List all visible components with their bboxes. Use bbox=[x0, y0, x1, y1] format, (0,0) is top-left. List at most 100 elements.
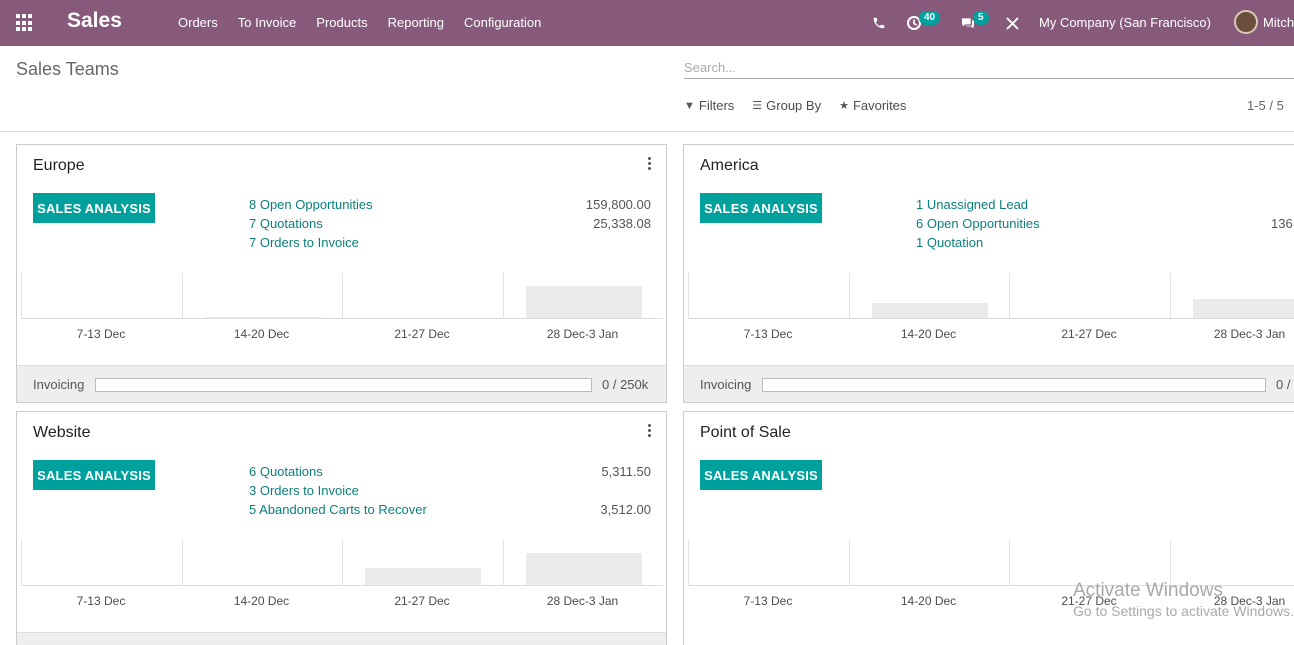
amount: 25,338.08 bbox=[593, 216, 651, 231]
messages-icon[interactable]: 5 bbox=[960, 0, 989, 46]
quotations-link[interactable]: 7 Quotations bbox=[249, 214, 323, 233]
list-item: 1 Quotation405 bbox=[916, 233, 1294, 252]
app-brand[interactable]: Sales bbox=[67, 9, 122, 33]
graph-column bbox=[1009, 540, 1169, 586]
graph-column bbox=[181, 540, 342, 586]
menu-orders[interactable]: Orders bbox=[168, 0, 228, 46]
card-title: Europe bbox=[33, 157, 85, 174]
team-card-point-of-sale[interactable]: Point of Sale SALES ANALYSIS 7-13 Dec 14-… bbox=[683, 411, 1294, 645]
company-switcher[interactable]: My Company (San Francisco) bbox=[1039, 0, 1211, 46]
list-item: 7 Orders to Invoice bbox=[249, 233, 651, 252]
unassigned-lead-link[interactable]: 1 Unassigned Lead bbox=[916, 195, 1028, 214]
graph-week-label: 14-20 Dec bbox=[900, 594, 957, 608]
list-item: 7 Quotations 25,338.08 bbox=[249, 214, 651, 233]
debug-tools-icon[interactable] bbox=[1005, 0, 1020, 46]
sales-graph[interactable] bbox=[21, 540, 663, 586]
graph-bar[interactable] bbox=[525, 286, 642, 319]
invoicing-value[interactable]: 0 / 250k bbox=[602, 377, 648, 392]
graph-week-label: 21-27 Dec bbox=[1061, 327, 1117, 341]
card-title: Point of Sale bbox=[700, 424, 791, 441]
graph-baseline bbox=[688, 318, 1294, 319]
filter-icon: ▼ bbox=[684, 99, 695, 112]
graph-bar[interactable] bbox=[1192, 299, 1294, 319]
graph-column bbox=[1169, 273, 1294, 319]
pager-value[interactable]: 1-5 / 5 bbox=[1247, 98, 1284, 113]
menu-configuration[interactable]: Configuration bbox=[454, 0, 551, 46]
graph-bar[interactable] bbox=[525, 553, 642, 586]
filters-button[interactable]: ▼ Filters bbox=[684, 98, 734, 113]
search-options: ▼ Filters ☰ Group By ★ Favorites bbox=[684, 98, 924, 113]
invoicing-value[interactable]: 0 / bbox=[1276, 377, 1290, 392]
card-options-icon[interactable] bbox=[643, 422, 655, 438]
sales-analysis-button[interactable]: SALES ANALYSIS bbox=[33, 460, 155, 490]
apps-menu-icon[interactable] bbox=[16, 14, 34, 32]
search-box bbox=[684, 56, 1294, 79]
orders-to-invoice-link[interactable]: 3 Orders to Invoice bbox=[249, 481, 359, 500]
search-input[interactable] bbox=[684, 56, 1294, 78]
invoicing-progress[interactable] bbox=[95, 378, 592, 392]
card-options-icon[interactable] bbox=[643, 155, 655, 171]
graph-week-label: 28 Dec-3 Jan bbox=[1213, 594, 1286, 608]
graph-bar[interactable] bbox=[365, 568, 481, 586]
user-name: Mitch bbox=[1263, 14, 1294, 30]
activity-clock-icon[interactable]: 40 bbox=[906, 0, 941, 46]
invoicing-progress[interactable] bbox=[762, 378, 1266, 392]
menu-reporting[interactable]: Reporting bbox=[378, 0, 454, 46]
list-item: 1 Unassigned Lead bbox=[916, 195, 1294, 214]
list-item: 6 Quotations 5,311.50 bbox=[249, 462, 651, 481]
list-item: 3 Orders to Invoice bbox=[249, 481, 651, 500]
graph-column bbox=[21, 540, 181, 586]
graph-week-label: 28 Dec-3 Jan bbox=[1213, 327, 1286, 341]
menu-products[interactable]: Products bbox=[306, 0, 377, 46]
graph-week-label: 14-20 Dec bbox=[900, 327, 957, 341]
graph-week-label: 7-13 Dec bbox=[76, 594, 126, 608]
card-links: 8 Open Opportunities 159,800.00 7 Quotati… bbox=[249, 195, 651, 252]
graph-column bbox=[342, 540, 502, 586]
invoicing-bar: Invoicing 0 / bbox=[684, 365, 1294, 402]
sales-analysis-button[interactable]: SALES ANALYSIS bbox=[700, 193, 822, 223]
sales-graph[interactable] bbox=[688, 273, 1294, 319]
open-opportunities-link[interactable]: 8 Open Opportunities bbox=[249, 195, 373, 214]
graph-column bbox=[688, 540, 848, 586]
sales-graph[interactable] bbox=[688, 540, 1294, 586]
graph-column bbox=[21, 273, 181, 319]
main-menu: Orders To Invoice Products Reporting Con… bbox=[168, 0, 551, 46]
open-opportunities-link[interactable]: 6 Open Opportunities bbox=[916, 214, 1040, 233]
graph-bar[interactable] bbox=[871, 303, 988, 319]
card-links: 6 Quotations 5,311.50 3 Orders to Invoice… bbox=[249, 462, 651, 519]
menu-to-invoice[interactable]: To Invoice bbox=[228, 0, 307, 46]
orders-to-invoice-link[interactable]: 7 Orders to Invoice bbox=[249, 233, 359, 252]
sales-analysis-button[interactable]: SALES ANALYSIS bbox=[700, 460, 822, 490]
graph-baseline bbox=[21, 585, 663, 586]
activity-count-badge: 40 bbox=[919, 11, 941, 25]
phone-icon[interactable] bbox=[872, 0, 886, 46]
graph-column bbox=[1169, 540, 1294, 586]
favorites-button[interactable]: ★ Favorites bbox=[839, 98, 906, 113]
graph-column bbox=[1009, 273, 1169, 319]
user-menu[interactable]: Mitch bbox=[1234, 10, 1294, 34]
invoicing-label: Invoicing bbox=[700, 377, 752, 392]
invoicing-label: Invoicing bbox=[33, 377, 85, 392]
group-by-button[interactable]: ☰ Group By bbox=[752, 98, 821, 113]
message-count-badge: 5 bbox=[973, 11, 989, 25]
card-links: 1 Unassigned Lead 6 Open Opportunities 13… bbox=[916, 195, 1294, 252]
team-card-america[interactable]: America SALES ANALYSIS 1 Unassigned Lead… bbox=[683, 144, 1294, 403]
graph-week-label: 21-27 Dec bbox=[394, 594, 450, 608]
list-item: 6 Open Opportunities 136,600 bbox=[916, 214, 1294, 233]
quotations-link[interactable]: 6 Quotations bbox=[249, 462, 323, 481]
sales-analysis-button[interactable]: SALES ANALYSIS bbox=[33, 193, 155, 223]
card-title: Website bbox=[33, 424, 91, 441]
quotation-link[interactable]: 1 Quotation bbox=[916, 233, 983, 252]
team-card-website[interactable]: Website SALES ANALYSIS 6 Quotations 5,311… bbox=[16, 411, 667, 645]
graph-week-label: 28 Dec-3 Jan bbox=[546, 594, 619, 608]
graph-week-label: 28 Dec-3 Jan bbox=[546, 327, 619, 341]
abandoned-carts-link[interactable]: 5 Abandoned Carts to Recover bbox=[249, 500, 427, 519]
graph-week-label: 21-27 Dec bbox=[1061, 594, 1117, 608]
card-footer bbox=[17, 632, 666, 645]
sales-graph[interactable] bbox=[21, 273, 663, 319]
graph-column bbox=[848, 540, 1009, 586]
team-card-europe[interactable]: Europe SALES ANALYSIS 8 Open Opportuniti… bbox=[16, 144, 667, 403]
graph-baseline bbox=[21, 318, 663, 319]
top-navbar: Sales Orders To Invoice Products Reporti… bbox=[0, 0, 1294, 46]
graph-column bbox=[848, 273, 1009, 319]
